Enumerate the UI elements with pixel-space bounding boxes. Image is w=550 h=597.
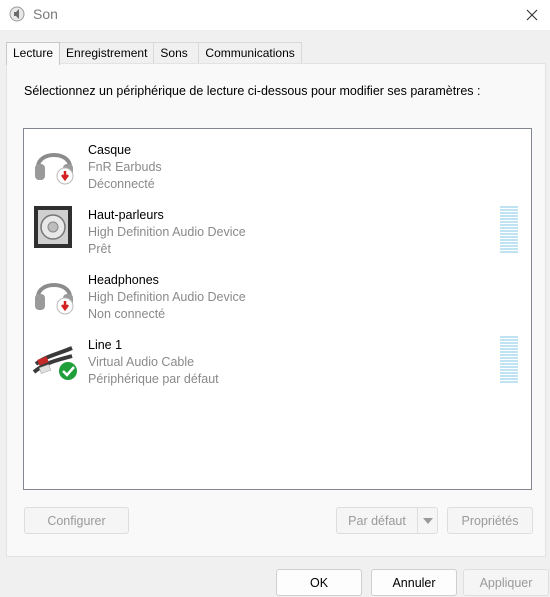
device-status: Non connecté [88, 307, 166, 321]
list-item[interactable]: Line 1 Virtual Audio Cable Périphérique … [24, 326, 531, 386]
speaker-icon [9, 6, 25, 22]
list-item[interactable]: Casque FnR Earbuds Déconnecté [24, 131, 531, 191]
device-status: Prêt [88, 242, 111, 256]
device-description: Virtual Audio Cable [88, 355, 195, 369]
device-status: Déconnecté [88, 177, 155, 191]
tab-lecture[interactable]: Lecture [6, 42, 61, 65]
set-default-split-button: Par défaut [336, 507, 438, 534]
title-bar: Son [0, 0, 550, 30]
device-status: Périphérique par défaut [88, 372, 219, 386]
close-button[interactable] [514, 0, 550, 30]
speaker-device-icon [34, 206, 72, 248]
set-default-dropdown[interactable] [418, 507, 438, 534]
tab-bar: Lecture Enregistrement Sons Communicatio… [6, 42, 302, 65]
configure-button[interactable]: Configurer [24, 507, 129, 534]
ok-button[interactable]: OK [276, 569, 362, 596]
device-name: Casque [88, 143, 132, 157]
close-icon [526, 9, 538, 21]
instruction-text: Sélectionnez un périphérique de lecture … [24, 84, 481, 98]
properties-button[interactable]: Propriétés [447, 507, 533, 534]
device-name: Haut-parleurs [88, 208, 164, 222]
tab-sons[interactable]: Sons [153, 42, 200, 64]
device-description: High Definition Audio Device [88, 290, 246, 304]
line-cable-default-icon [32, 346, 77, 380]
device-description: High Definition Audio Device [88, 225, 246, 239]
level-meter [500, 336, 518, 386]
window-title: Son [33, 6, 58, 22]
device-name: Line 1 [88, 338, 123, 352]
device-description: FnR Earbuds [88, 160, 162, 174]
level-meter [500, 206, 518, 256]
apply-button[interactable]: Appliquer [463, 569, 549, 596]
headphones-disconnected-icon [35, 153, 74, 185]
playback-panel: Sélectionnez un périphérique de lecture … [6, 63, 546, 557]
device-list[interactable]: Casque FnR Earbuds Déconnecté Haut-parle… [23, 128, 532, 490]
set-default-button[interactable]: Par défaut [336, 507, 418, 534]
device-name: Headphones [88, 273, 159, 287]
tab-enregistrement[interactable]: Enregistrement [59, 42, 155, 64]
tab-communications[interactable]: Communications [198, 42, 302, 64]
headphones-unplugged-icon [35, 283, 74, 315]
cancel-button[interactable]: Annuler [371, 569, 457, 596]
list-item[interactable]: Headphones High Definition Audio Device … [24, 261, 531, 321]
chevron-down-icon [422, 517, 433, 524]
list-item[interactable]: Haut-parleurs High Definition Audio Devi… [24, 196, 531, 256]
